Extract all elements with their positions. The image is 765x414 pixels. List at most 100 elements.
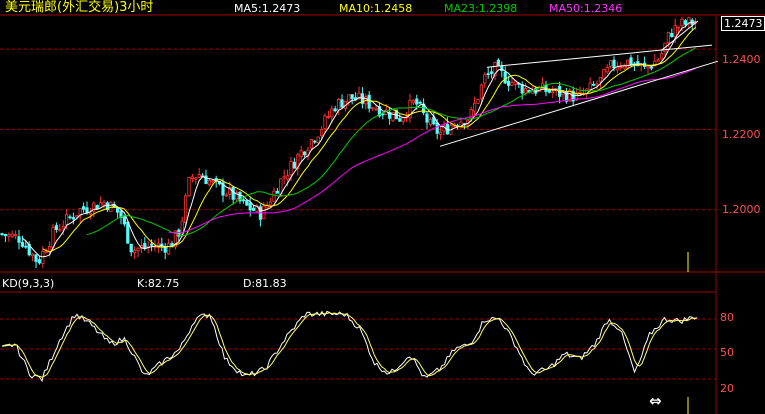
candle-body [136,247,140,251]
candle-body [483,74,487,84]
candle-body [183,195,188,224]
candle-body [54,225,59,230]
candle-body [350,94,354,100]
candle-body [102,201,106,206]
price-panel-frame [0,14,765,414]
candle-body [299,150,303,157]
candle-body [129,243,133,253]
candle-body [398,118,402,122]
candle-body [0,233,4,235]
candle-body [17,236,21,243]
candle-body [231,186,235,200]
candle-body [592,83,596,86]
candle-body [415,98,419,105]
candle-body [666,31,671,44]
kd-indicator-label: KD(9,3,3) [2,277,55,290]
candle-body [289,160,293,175]
candle-body [224,194,228,197]
candle-body [374,108,378,111]
k-line [1,310,698,383]
candle-body [333,108,337,112]
chart-canvas[interactable] [0,0,765,414]
price-tick-2: 1.2200 [722,128,761,141]
candle-body [95,204,99,210]
candle-body [122,216,126,225]
candle-body [13,234,18,237]
candle-body [245,200,249,206]
ma50-label: MA50:1.2346 [549,2,623,15]
candle-body [20,242,25,247]
candle-body [166,243,171,255]
kd-lines [1,310,698,383]
candle-body [418,101,422,104]
candle-body [670,33,674,38]
candle-body [578,91,582,94]
candle-body [68,216,72,219]
candle-body [472,102,477,112]
candle-body [323,115,327,130]
candle-body [58,228,62,232]
candle-body [313,140,317,143]
candle-body [99,202,103,208]
candle-body [149,243,154,246]
candle-body [34,254,38,262]
double-arrow-horizontal-icon[interactable]: ⇔ [649,394,662,409]
candle-body [656,59,660,62]
candle-body [24,245,28,248]
candle-body [248,202,252,211]
candle-body [10,233,14,237]
candle-body [486,73,490,75]
candle-body [347,94,351,103]
ma23-label: MA23:1.2398 [444,2,518,15]
candle-body [37,259,42,264]
candle-body [619,66,623,69]
candle-body [524,88,528,94]
kd-tick-20: 20 [720,382,734,395]
candle-body [51,226,55,248]
candle-body [262,205,266,220]
candle-body [126,221,130,244]
ma5-label: MA5:1.2473 [234,2,301,15]
candle-body [673,25,677,38]
candle-body [65,214,69,226]
candle-body [197,174,201,178]
candle-body [3,233,7,237]
candle-body [132,249,137,253]
candle-body [71,217,75,220]
candle-body [588,82,592,90]
ma50-line [168,67,696,234]
candle-body [435,122,439,134]
candle-body [194,177,198,180]
candle-body [605,67,609,73]
candle-body [143,242,147,249]
candle-body [211,180,215,183]
candle-body [609,60,613,67]
ma10-line [42,26,696,253]
kd-grid [0,318,716,380]
candle-body [646,66,650,69]
candle-body [251,207,256,211]
candle-body [479,84,484,100]
candle-body [82,206,86,210]
candle-body [496,59,501,66]
candle-body [61,226,65,229]
candle-body [44,251,48,254]
candle-body [683,20,688,25]
candle-body [626,59,630,69]
candle-body [598,77,603,83]
candle-body [309,139,314,149]
candle-body [489,71,494,74]
candle-body [649,66,654,69]
candle-body [551,91,555,94]
candle-body [612,59,616,69]
candle-body [677,26,681,29]
candle-body [425,113,429,123]
candle-body [680,18,684,26]
candle-body [629,57,633,66]
candle-body [75,215,79,218]
candle-body [330,108,334,118]
current-price-box: 1.2473 [721,16,765,31]
candle-body [411,99,416,104]
candle-body [285,175,290,180]
candle-body [207,180,211,186]
